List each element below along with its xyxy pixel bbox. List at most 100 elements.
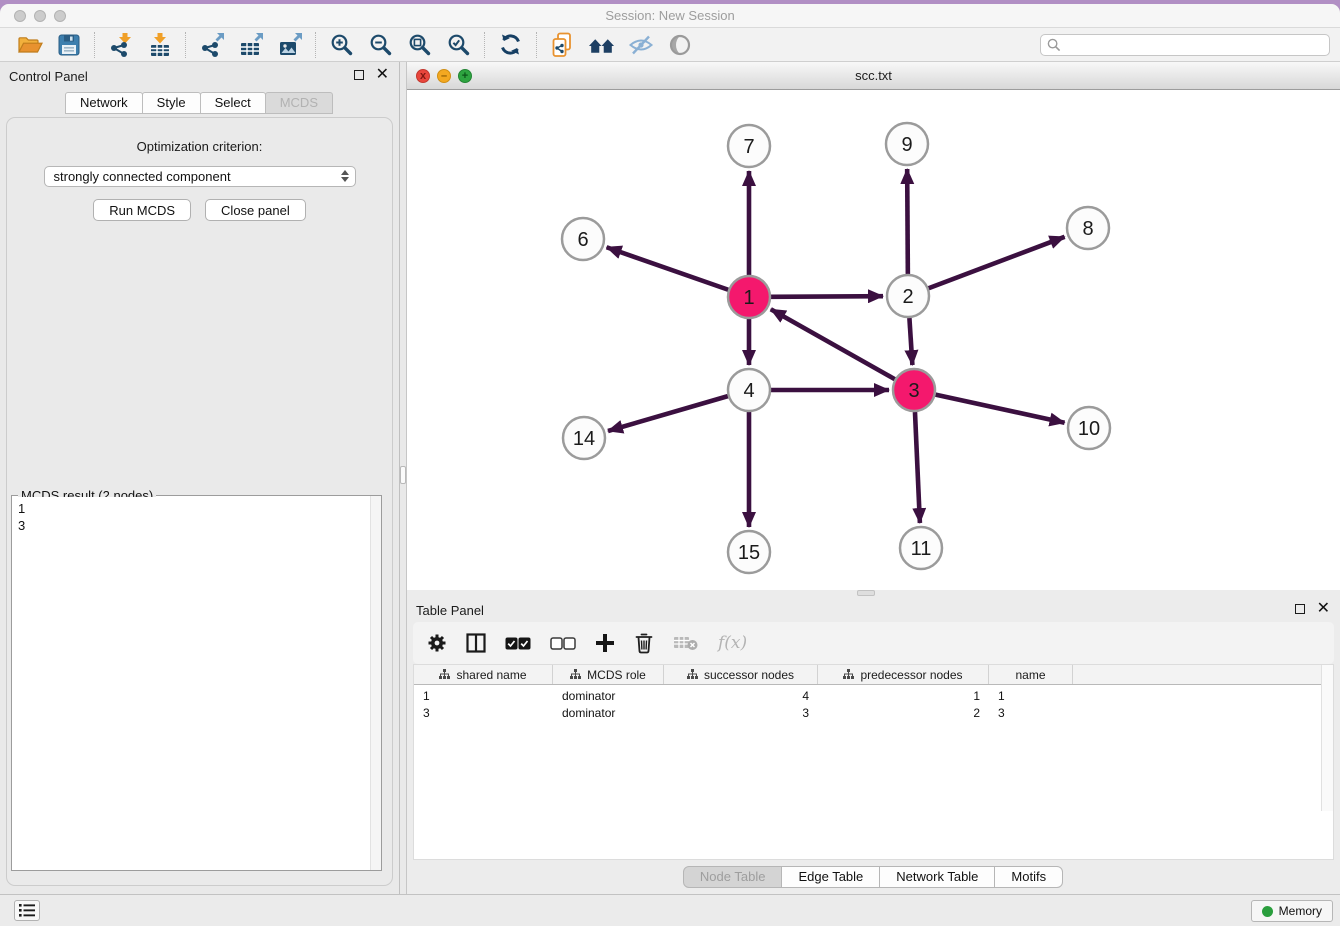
tab-node-table[interactable]: Node Table [683,866,783,888]
tab-network-table[interactable]: Network Table [879,866,995,888]
table-scrollbar[interactable] [1321,665,1333,811]
tab-edge-table[interactable]: Edge Table [781,866,880,888]
graph-edge-3-1[interactable] [771,309,895,379]
float-panel-icon[interactable] [1295,604,1305,614]
graph-node-10[interactable]: 10 [1068,407,1110,449]
table-cell: 4 [664,689,818,703]
column-header-name[interactable]: name [989,665,1073,684]
search-box[interactable] [1040,34,1330,56]
control-panel: Control Panel ✕ NetworkStyleSelectMCDS O… [0,62,400,894]
minimize-window-icon[interactable] [34,10,46,22]
network-graph[interactable]: 7 9 6 8 1 2 4 3 14 10 15 11 [407,90,1340,590]
column-header-shared-name[interactable]: shared name [414,665,553,684]
network-window: x – + scc.txt 7 9 6 8 1 2 4 3 14 10 15 11 [407,62,1340,590]
tab-select[interactable]: Select [200,92,266,114]
vertical-splitter[interactable] [400,62,407,894]
zoom-in-icon[interactable] [328,31,355,58]
graph-edge-3-10[interactable] [935,395,1064,423]
zoom-selected-icon[interactable] [445,31,472,58]
svg-text:15: 15 [738,542,760,564]
show-all-icon[interactable] [666,31,693,58]
memory-button[interactable]: Memory [1251,900,1333,922]
export-table-icon[interactable] [237,31,264,58]
graph-node-6[interactable]: 6 [562,218,604,260]
close-panel-icon[interactable]: ✕ [1317,604,1330,614]
function-builder-icon[interactable]: f(x) [718,630,747,656]
graph-node-8[interactable]: 8 [1067,207,1109,249]
search-input[interactable] [1065,38,1323,52]
float-panel-icon[interactable] [354,70,364,80]
run-mcds-button[interactable]: Run MCDS [93,199,191,221]
graph-edge-1-2[interactable] [771,296,883,297]
network-minimize-icon[interactable]: – [437,69,451,83]
criterion-select[interactable]: strongly connected component [44,166,356,187]
zoom-out-icon[interactable] [367,31,394,58]
tab-mcds[interactable]: MCDS [265,92,333,114]
graph-edge-4-14[interactable] [608,396,728,431]
hide-selected-icon[interactable] [627,31,654,58]
toggle-panel-icon[interactable] [466,630,486,656]
delete-table-icon[interactable] [673,630,699,656]
column-header-predecessor-nodes[interactable]: predecessor nodes [818,665,989,684]
tab-network[interactable]: Network [65,92,143,114]
table-row[interactable]: 3dominator323 [414,704,1333,721]
column-header-MCDS-role[interactable]: MCDS role [553,665,664,684]
graph-node-4[interactable]: 4 [728,369,770,411]
deselect-all-checkboxes-icon[interactable] [550,630,576,656]
export-image-icon[interactable] [276,31,303,58]
export-network-icon[interactable] [198,31,225,58]
graph-edge-2-3[interactable] [909,318,912,365]
graph-node-7[interactable]: 7 [728,125,770,167]
mcds-result-list[interactable]: 13 [13,497,380,869]
splitter-grip[interactable] [400,466,406,484]
table-cell: 3 [664,706,818,720]
graph-node-14[interactable]: 14 [563,417,605,459]
close-window-icon[interactable] [14,10,26,22]
network-close-icon[interactable]: x [416,69,430,83]
select-all-checkboxes-icon[interactable] [505,630,531,656]
first-neighbors-icon[interactable] [588,31,615,58]
graph-node-3[interactable]: 3 [893,369,935,411]
close-panel-icon[interactable]: ✕ [376,70,389,80]
save-session-icon[interactable] [55,31,82,58]
network-zoom-icon[interactable]: + [458,69,472,83]
svg-text:14: 14 [573,428,595,450]
graph-edge-2-9[interactable] [907,169,908,274]
table-cell: 1 [414,689,553,703]
tab-style[interactable]: Style [142,92,201,114]
status-bar: Memory [0,894,1340,926]
graph-node-2[interactable]: 2 [887,275,929,317]
open-session-icon[interactable] [16,31,43,58]
result-line: 3 [13,517,380,534]
task-history-button[interactable] [14,900,40,921]
settings-gear-icon[interactable] [427,630,447,656]
table-header[interactable]: shared nameMCDS rolesuccessor nodesprede… [414,665,1333,685]
node-table[interactable]: shared nameMCDS rolesuccessor nodesprede… [413,664,1334,860]
zoom-fit-icon[interactable] [406,31,433,58]
table-panel: Table Panel ✕ [407,596,1340,894]
graph-node-9[interactable]: 9 [886,123,928,165]
graph-edge-3-11[interactable] [915,412,920,523]
network-window-titlebar[interactable]: x – + scc.txt [407,62,1340,90]
zoom-window-icon[interactable] [54,10,66,22]
network-canvas[interactable]: 7 9 6 8 1 2 4 3 14 10 15 11 [407,90,1340,590]
refresh-layout-icon[interactable] [497,31,524,58]
graph-edge-1-6[interactable] [607,247,729,289]
table-cell: dominator [553,706,664,720]
add-column-icon[interactable] [595,630,615,656]
graph-node-1[interactable]: 1 [728,276,770,318]
graph-edge-2-8[interactable] [929,237,1065,288]
result-scrollbar[interactable] [370,496,381,870]
table-row[interactable]: 1dominator411 [414,687,1333,704]
clone-network-icon[interactable] [549,31,576,58]
close-panel-button[interactable]: Close panel [205,199,306,221]
delete-column-icon[interactable] [634,630,654,656]
graph-node-15[interactable]: 15 [728,531,770,573]
tab-motifs[interactable]: Motifs [994,866,1063,888]
import-table-icon[interactable] [146,31,173,58]
graph-node-11[interactable]: 11 [900,527,942,569]
svg-text:1: 1 [743,287,754,309]
column-header-successor-nodes[interactable]: successor nodes [664,665,818,684]
svg-text:11: 11 [911,538,932,560]
import-network-icon[interactable] [107,31,134,58]
